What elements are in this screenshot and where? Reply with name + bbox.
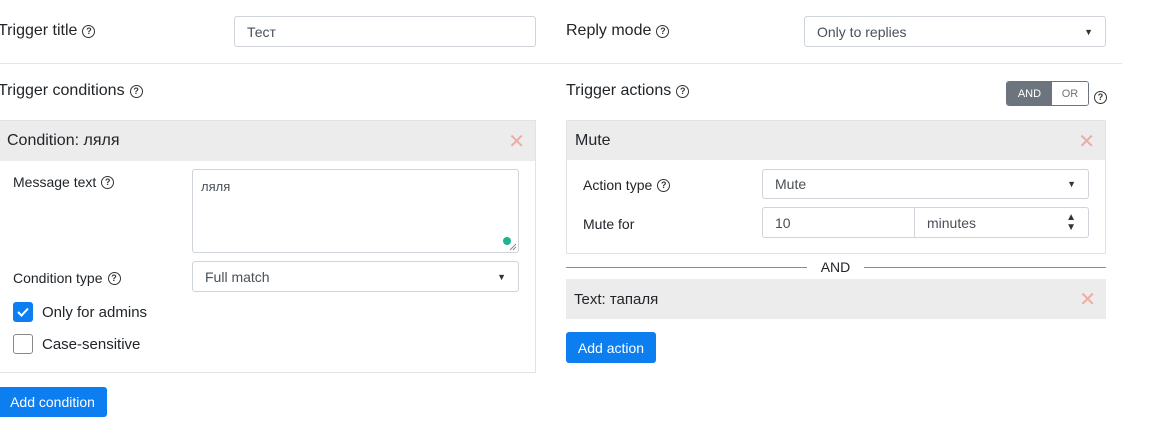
trigger-conditions-heading: Trigger conditions ? bbox=[0, 82, 143, 100]
mute-card-title: Mute bbox=[575, 131, 611, 149]
close-icon[interactable]: ✕ bbox=[508, 129, 525, 153]
help-icon[interactable]: ? bbox=[656, 24, 670, 38]
action-type-select[interactable]: Mute ▼ bbox=[762, 169, 1089, 199]
mute-for-label: Mute for bbox=[583, 216, 634, 232]
toggle-and[interactable]: AND bbox=[1007, 82, 1052, 105]
trigger-actions-text: Trigger actions bbox=[566, 82, 672, 99]
trigger-actions-heading: Trigger actions ? bbox=[566, 82, 690, 100]
message-text-label: Message text ? bbox=[13, 174, 115, 190]
reply-mode-label: Reply mode ? bbox=[566, 22, 670, 40]
case-sensitive-label: Case-sensitive bbox=[42, 335, 141, 353]
only-admins-row[interactable]: Only for admins bbox=[13, 302, 147, 322]
reply-mode-text: Reply mode bbox=[566, 22, 652, 39]
add-action-label: Add action bbox=[577, 339, 645, 356]
add-condition-label: Add condition bbox=[10, 394, 95, 410]
chevron-down-icon: ▼ bbox=[497, 271, 506, 282]
mute-for-label-text: Mute for bbox=[583, 216, 635, 232]
help-icon[interactable]: ? bbox=[1094, 91, 1107, 104]
help-icon[interactable]: ? bbox=[82, 24, 96, 38]
reply-mode-select[interactable]: Only to replies ▼ bbox=[804, 16, 1106, 47]
separator-line-left bbox=[566, 267, 807, 268]
add-action-button[interactable]: Add action bbox=[566, 332, 656, 363]
condition-type-select[interactable]: Full match ▼ bbox=[192, 261, 519, 292]
trigger-title-value: Тест bbox=[247, 23, 276, 40]
condition-type-label-text: Condition type bbox=[13, 270, 103, 286]
and-or-toggle[interactable]: AND OR bbox=[1006, 81, 1089, 106]
mute-unit-value: minutes bbox=[927, 214, 977, 231]
trigger-title-text: Trigger title bbox=[0, 22, 78, 39]
condition-type-label: Condition type ? bbox=[13, 270, 121, 286]
toggle-or[interactable]: OR bbox=[1051, 82, 1088, 105]
mute-for-value: 10 bbox=[775, 214, 791, 231]
message-text-label-text: Message text bbox=[13, 174, 97, 190]
header-divider bbox=[0, 63, 1122, 64]
only-admins-checkbox[interactable] bbox=[13, 302, 33, 322]
separator-line-right bbox=[864, 267, 1106, 268]
case-sensitive-row[interactable]: Case-sensitive bbox=[13, 334, 140, 354]
help-icon[interactable]: ? bbox=[676, 84, 690, 98]
chevron-down-icon: ▼ bbox=[1084, 26, 1093, 37]
trigger-conditions-text: Trigger conditions bbox=[0, 82, 125, 99]
condition-type-value: Full match bbox=[205, 268, 270, 285]
action-type-label-text: Action type bbox=[583, 177, 653, 193]
trigger-title-label: Trigger title ? bbox=[0, 22, 96, 40]
action-type-value: Mute bbox=[775, 176, 807, 192]
action-type-label: Action type ? bbox=[583, 177, 671, 193]
mute-unit-select[interactable]: minutes ▲ ▼ bbox=[914, 207, 1089, 238]
condition-card-title: Condition: ляля bbox=[7, 132, 120, 149]
help-icon[interactable]: ? bbox=[129, 84, 143, 98]
condition-card-header: Condition: ляля ✕ bbox=[0, 121, 535, 161]
text-action-card: Text: тапаля ✕ bbox=[566, 279, 1106, 319]
only-admins-label: Only for admins bbox=[42, 303, 148, 321]
toggle-help: ? bbox=[1094, 87, 1107, 104]
close-icon[interactable]: ✕ bbox=[1078, 129, 1095, 153]
mute-card-header: Mute ✕ bbox=[567, 121, 1105, 160]
text-card-title: Text: тапаля bbox=[574, 290, 659, 308]
help-icon[interactable]: ? bbox=[107, 271, 121, 285]
and-separator: AND bbox=[820, 259, 851, 275]
reply-mode-value: Only to replies bbox=[817, 23, 907, 40]
close-icon[interactable]: ✕ bbox=[1079, 287, 1096, 311]
message-text-value: ляля bbox=[201, 179, 231, 194]
up-down-arrows-icon: ▲ ▼ bbox=[1066, 211, 1076, 233]
trigger-title-input[interactable]: Тест bbox=[234, 16, 536, 47]
chevron-down-icon: ▼ bbox=[1067, 179, 1076, 189]
mute-for-input[interactable]: 10 bbox=[762, 207, 915, 238]
case-sensitive-checkbox[interactable] bbox=[13, 334, 33, 354]
help-icon[interactable]: ? bbox=[101, 175, 115, 189]
add-condition-button[interactable]: Add condition bbox=[0, 387, 107, 417]
checkmark-icon bbox=[17, 307, 29, 317]
message-text-textarea[interactable]: ляля bbox=[192, 169, 519, 253]
help-icon[interactable]: ? bbox=[657, 178, 671, 192]
resize-handle-icon[interactable] bbox=[509, 243, 517, 251]
